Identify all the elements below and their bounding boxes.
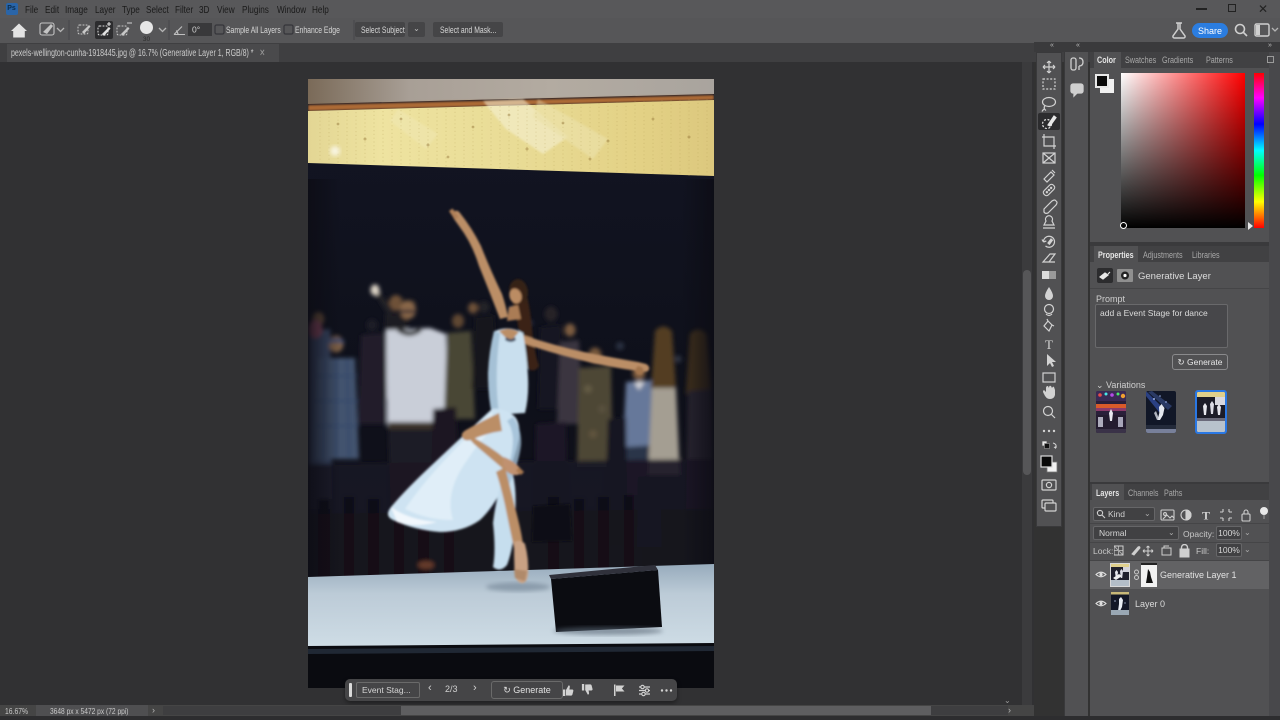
svg-text:30: 30 — [143, 36, 151, 42]
svg-text:0°: 0° — [192, 25, 200, 35]
svg-text:T: T — [1202, 509, 1210, 523]
svg-text:T: T — [1045, 337, 1053, 352]
svg-text:Share: Share — [1198, 26, 1222, 36]
